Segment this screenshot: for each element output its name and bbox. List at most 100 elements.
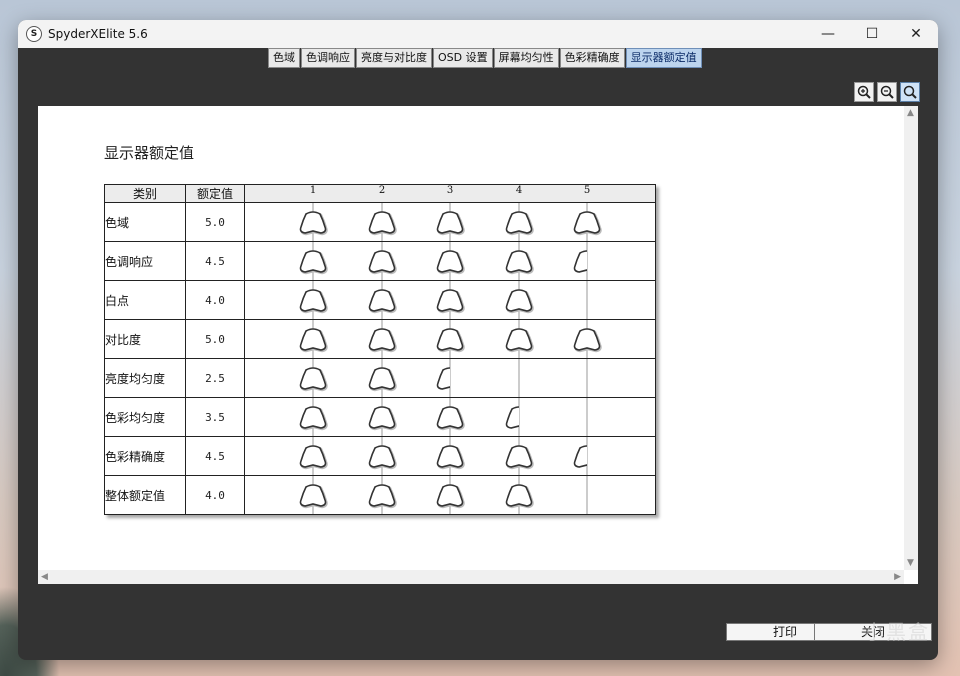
- rating-dial-half: [573, 250, 587, 273]
- bottom-button-bar: 打印 关闭 小黑盒: [18, 606, 938, 660]
- rating-dials: [244, 475, 656, 515]
- rating-dials: [244, 397, 656, 437]
- rating-dials: [244, 358, 656, 398]
- zoom-out-icon: [880, 85, 894, 99]
- rating-dial-full: [436, 289, 465, 314]
- tab-tone-response[interactable]: 色调响应: [301, 48, 355, 68]
- rating-dial-full: [505, 250, 534, 275]
- report-title: 显示器额定值: [104, 144, 195, 162]
- table-row: 色彩均匀度 3.5: [104, 397, 656, 437]
- row-category: 整体额定值: [104, 475, 186, 515]
- tab-gamut[interactable]: 色域: [268, 48, 300, 68]
- row-rating: 4.5: [185, 241, 245, 281]
- rating-dial-full: [573, 328, 602, 353]
- row-rating: 5.0: [185, 319, 245, 359]
- table-header-row: 类别 额定值 1 2 3 4 5: [104, 184, 656, 203]
- scale-label-5: 5: [583, 185, 591, 196]
- scroll-right-icon[interactable]: ▶: [894, 572, 901, 582]
- rating-dial-full: [505, 211, 534, 236]
- zoom-fit-button[interactable]: [900, 82, 920, 102]
- row-category: 色调响应: [104, 241, 186, 281]
- rating-dial-full: [299, 484, 328, 509]
- rating-dial-full: [436, 211, 465, 236]
- rating-dials: [244, 280, 656, 320]
- rating-dial-full: [299, 406, 328, 431]
- rating-dial-full: [299, 367, 328, 392]
- rating-dial-full: [505, 484, 534, 509]
- table-row: 色调响应 4.5: [104, 241, 656, 281]
- rating-dial-half: [573, 445, 587, 468]
- row-category: 白点: [104, 280, 186, 320]
- rating-dial-full: [299, 445, 328, 470]
- window-controls: — ☐ ✕: [806, 20, 938, 48]
- row-category: 色域: [104, 202, 186, 242]
- rating-dial-full: [505, 328, 534, 353]
- rating-dial-full: [368, 445, 397, 470]
- rating-dial-full: [505, 289, 534, 314]
- header-scale: 1 2 3 4 5: [244, 184, 656, 203]
- rating-dial-full: [368, 484, 397, 509]
- row-category: 对比度: [104, 319, 186, 359]
- tab-brightness-contrast[interactable]: 亮度与对比度: [356, 48, 432, 68]
- rating-dial-full: [368, 250, 397, 275]
- rating-dial-track: [299, 476, 588, 514]
- tab-color-accuracy[interactable]: 色彩精确度: [559, 48, 625, 68]
- app-window: S SpyderXElite 5.6 — ☐ ✕ 色域 色调响应 亮度与对比度 …: [18, 20, 938, 660]
- rating-dial-full: [436, 406, 465, 431]
- zoom-in-button[interactable]: [854, 82, 874, 102]
- scale-label-1: 1: [309, 185, 317, 196]
- rating-dial-track: [299, 398, 588, 436]
- row-rating: 2.5: [185, 358, 245, 398]
- maximize-button[interactable]: ☐: [850, 20, 894, 48]
- rating-table: 类别 额定值 1 2 3 4 5 色域 5.0 色调响应 4.5 白点 4.0 …: [104, 184, 656, 515]
- rating-dial-track: [299, 281, 588, 319]
- scale-label-3: 3: [446, 185, 454, 196]
- rating-dial-full: [436, 445, 465, 470]
- header-category: 类别: [104, 184, 186, 203]
- minimize-button[interactable]: —: [806, 20, 850, 48]
- rating-dial-track: [299, 242, 588, 280]
- scroll-left-icon[interactable]: ◀: [41, 572, 48, 582]
- rating-dial-half: [436, 367, 450, 390]
- rating-dial-full: [436, 484, 465, 509]
- close-window-button[interactable]: ✕: [894, 20, 938, 48]
- rating-dials: [244, 436, 656, 476]
- table-row: 色彩精确度 4.5: [104, 436, 656, 476]
- row-category: 色彩精确度: [104, 436, 186, 476]
- tab-display-rating[interactable]: 显示器额定值: [625, 48, 702, 68]
- table-row: 对比度 5.0: [104, 319, 656, 359]
- tab-screen-uniformity[interactable]: 屏幕均匀性: [493, 48, 559, 68]
- vertical-scrollbar[interactable]: ▲ ▼: [904, 106, 918, 570]
- rating-dial-track: [299, 203, 602, 241]
- table-row: 整体额定值 4.0: [104, 475, 656, 515]
- row-category: 亮度均匀度: [104, 358, 186, 398]
- scale-label-4: 4: [515, 185, 523, 196]
- rating-dial-full: [299, 250, 328, 275]
- zoom-fit-icon: [903, 85, 917, 99]
- scroll-down-icon[interactable]: ▼: [907, 558, 914, 568]
- row-rating: 4.0: [185, 475, 245, 515]
- rating-dial-full: [299, 211, 328, 236]
- title-bar: S SpyderXElite 5.6 — ☐ ✕: [18, 20, 938, 48]
- horizontal-scrollbar[interactable]: ◀ ▶: [38, 570, 904, 584]
- scroll-up-icon[interactable]: ▲: [907, 108, 914, 118]
- zoom-out-button[interactable]: [877, 82, 897, 102]
- scale-label-2: 2: [378, 185, 386, 196]
- rating-dial-track: [299, 437, 588, 475]
- row-rating: 5.0: [185, 202, 245, 242]
- rating-dial-full: [505, 445, 534, 470]
- rating-dial-full: [368, 211, 397, 236]
- rating-dial-full: [368, 289, 397, 314]
- rating-dial-full: [573, 211, 602, 236]
- rating-dial-full: [299, 328, 328, 353]
- rating-dial-track: [299, 320, 602, 358]
- report-viewport[interactable]: 显示器额定值 类别 额定值 1 2 3 4 5 色域 5.0 色调响应 4.5 …: [38, 106, 918, 584]
- rating-dial-track: [299, 359, 588, 397]
- table-row: 白点 4.0: [104, 280, 656, 320]
- tab-bar: 色域 色调响应 亮度与对比度 OSD 设置 屏幕均匀性 色彩精确度 显示器额定值: [268, 48, 703, 68]
- watermark-logo: 小黑盒: [864, 620, 930, 644]
- header-rating: 额定值: [185, 184, 245, 203]
- zoom-toolbar: [851, 82, 920, 102]
- rating-dials: [244, 319, 656, 359]
- tab-osd-settings[interactable]: OSD 设置: [433, 48, 493, 68]
